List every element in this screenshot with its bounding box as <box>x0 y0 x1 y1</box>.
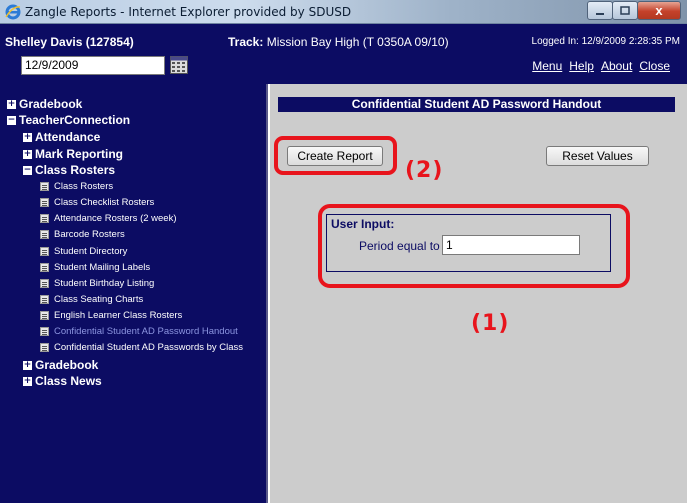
expand-icon[interactable]: + <box>7 99 16 109</box>
tree-item-label: Gradebook <box>19 97 83 111</box>
collapse-icon[interactable]: − <box>23 165 32 175</box>
document-icon <box>40 327 49 336</box>
report-link-attendance-rosters[interactable]: Attendance Rosters (2 week) <box>40 213 177 224</box>
document-icon <box>40 247 49 256</box>
menu-link[interactable]: Menu <box>532 59 562 73</box>
report-link-ad-password-handout[interactable]: Confidential Student AD Password Handout <box>40 326 238 337</box>
report-link-barcode-rosters[interactable]: Barcode Rosters <box>40 229 125 240</box>
report-link-label: Student Birthday Listing <box>54 278 155 289</box>
track-info: Track: Mission Bay High (T 0350A 09/10) <box>228 35 449 49</box>
document-icon <box>40 182 49 191</box>
report-link-label: Student Mailing Labels <box>54 262 151 273</box>
report-link-label: Class Seating Charts <box>54 294 144 305</box>
report-link-label: Barcode Rosters <box>54 229 125 240</box>
tree-item-gradebook[interactable]: + Gradebook <box>7 97 82 111</box>
expand-icon[interactable]: + <box>23 132 32 142</box>
report-link-label: Class Rosters <box>54 181 114 192</box>
tree-item-label: Attendance <box>35 130 101 144</box>
expand-icon[interactable]: + <box>23 376 32 386</box>
tree-item-mark-reporting[interactable]: + Mark Reporting <box>23 147 123 161</box>
calendar-icon[interactable] <box>170 56 188 74</box>
app-header: Shelley Davis (127854) Track: Mission Ba… <box>0 24 687 84</box>
tree-item-label: Mark Reporting <box>35 147 124 161</box>
report-link-label: Confidential Student AD Password Handout <box>54 326 238 337</box>
report-title: Confidential Student AD Password Handout <box>278 97 675 112</box>
annotation-label-1: (1) <box>471 311 510 336</box>
report-link-student-directory[interactable]: Student Directory <box>40 246 127 257</box>
report-link-class-seating-charts[interactable]: Class Seating Charts <box>40 294 143 305</box>
report-link-student-birthday-listing[interactable]: Student Birthday Listing <box>40 278 154 289</box>
report-link-label: Confidential Student AD Passwords by Cla… <box>54 342 244 353</box>
tree-item-gradebook-2[interactable]: + Gradebook <box>23 358 98 372</box>
title-bar: Zangle Reports - Internet Explorer provi… <box>0 0 687 24</box>
tree-item-attendance[interactable]: + Attendance <box>23 130 100 144</box>
help-link[interactable]: Help <box>569 59 594 73</box>
tree-item-class-news[interactable]: + Class News <box>23 374 102 388</box>
close-icon: x <box>655 3 663 18</box>
document-icon <box>40 295 49 304</box>
report-link-label: Student Directory <box>54 246 128 257</box>
window-controls: x <box>587 1 681 20</box>
ie-logo-icon <box>5 4 21 20</box>
browser-window: Zangle Reports - Internet Explorer provi… <box>0 0 687 503</box>
maximize-icon <box>620 5 630 15</box>
tree-item-class-rosters[interactable]: − Class Rosters <box>23 163 115 177</box>
document-icon <box>40 311 49 320</box>
annotation-box-create <box>274 136 397 175</box>
track-value: Mission Bay High (T 0350A 09/10) <box>266 35 449 49</box>
user-name: Shelley Davis (127854) <box>5 35 134 49</box>
report-link-label: English Learner Class Rosters <box>54 310 183 321</box>
report-link-label: Attendance Rosters (2 week) <box>54 213 177 224</box>
expand-icon[interactable]: + <box>23 149 32 159</box>
navigation-tree: + Gradebook − TeacherConnection + Attend… <box>0 84 268 503</box>
date-field[interactable]: 12/9/2009 <box>21 56 165 75</box>
tree-item-label: TeacherConnection <box>19 113 131 127</box>
report-link-class-checklist-rosters[interactable]: Class Checklist Rosters <box>40 197 154 208</box>
document-icon <box>40 214 49 223</box>
header-menu: Menu Help About Close <box>532 59 670 73</box>
window-title: Zangle Reports - Internet Explorer provi… <box>25 5 352 19</box>
maximize-button[interactable] <box>612 1 638 20</box>
report-link-label: Class Checklist Rosters <box>54 197 155 208</box>
annotation-label-2: (2) <box>405 158 444 183</box>
report-link-class-rosters[interactable]: Class Rosters <box>40 181 113 192</box>
report-link-english-learner-rosters[interactable]: English Learner Class Rosters <box>40 310 182 321</box>
expand-icon[interactable]: + <box>23 360 32 370</box>
close-link[interactable]: Close <box>639 59 670 73</box>
report-panel: Confidential Student AD Password Handout… <box>270 84 687 503</box>
report-link-student-mailing-labels[interactable]: Student Mailing Labels <box>40 262 150 273</box>
logged-in-status: Logged In: 12/9/2009 2:28:35 PM <box>531 36 680 47</box>
report-link-ad-passwords-by-class[interactable]: Confidential Student AD Passwords by Cla… <box>40 342 243 353</box>
track-label: Track: <box>228 35 264 49</box>
tree-item-label: Class News <box>35 374 102 388</box>
document-icon <box>40 230 49 239</box>
tree-item-label: Class Rosters <box>35 163 116 177</box>
document-icon <box>40 198 49 207</box>
reset-values-button[interactable]: Reset Values <box>546 146 649 166</box>
tree-item-teacherconnection[interactable]: − TeacherConnection <box>7 113 130 127</box>
collapse-icon[interactable]: − <box>7 115 16 125</box>
document-icon <box>40 343 49 352</box>
close-window-button[interactable]: x <box>637 1 681 20</box>
annotation-box-input <box>318 204 630 288</box>
document-icon <box>40 263 49 272</box>
minimize-icon <box>596 12 604 15</box>
minimize-button[interactable] <box>587 1 613 20</box>
document-icon <box>40 279 49 288</box>
tree-item-label: Gradebook <box>35 358 99 372</box>
about-link[interactable]: About <box>601 59 632 73</box>
